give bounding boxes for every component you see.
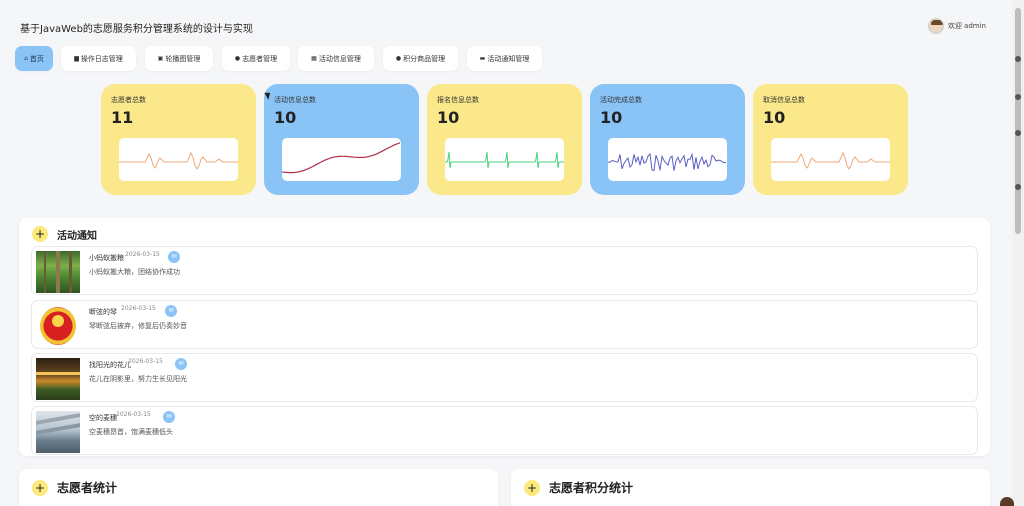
- scroll-dot-icon: [1015, 56, 1021, 62]
- nav-tab-label: 活动通知管理: [487, 54, 530, 63]
- points-stats-title: 志愿者积分统计: [549, 481, 634, 495]
- nav-tab[interactable]: ⌂ 首页: [15, 46, 53, 71]
- notice-panel-header: + 活动通知: [32, 226, 97, 242]
- nav-tab[interactable]: ▆ 操作日志管理: [61, 46, 136, 71]
- notice-title[interactable]: 找阳光的花儿: [89, 360, 131, 370]
- notice-description: 小蚂蚁搬大粮，团结协作成功: [89, 268, 180, 276]
- notice-title[interactable]: 小蚂蚁搬粮: [89, 253, 124, 263]
- notice-thumbnail[interactable]: [36, 305, 80, 347]
- goods-icon: ●: [395, 55, 402, 62]
- stat-label: 取消信息总数: [763, 96, 805, 104]
- points-stats-header: + 志愿者积分统计: [524, 479, 633, 496]
- notice-title[interactable]: 断弦的琴: [89, 307, 117, 317]
- plus-icon[interactable]: +: [32, 479, 48, 496]
- scrollbar-thumb[interactable]: [1015, 8, 1021, 234]
- welcome-text: 欢迎 admin: [947, 22, 986, 30]
- sparkline-svg: [282, 142, 401, 174]
- volunteer-stats-panel: + 志愿者统计: [19, 469, 498, 506]
- notice-item[interactable]: 找阳光的花儿 2026-03-15 ✉ 花儿在阴影里，努力生长见阳光: [31, 353, 978, 402]
- stat-card: 活动信息总数 10: [264, 84, 419, 195]
- scroll-dot-icon: [1015, 130, 1021, 136]
- nav-tab[interactable]: ▬ 活动通知管理: [467, 46, 542, 71]
- stat-value: 11: [111, 108, 134, 127]
- mail-icon[interactable]: ✉: [165, 305, 177, 317]
- plus-icon[interactable]: +: [32, 226, 48, 242]
- sparkline-chart: [445, 138, 564, 181]
- notice-title[interactable]: 空的麦穗: [89, 413, 117, 423]
- sparkline-svg: [119, 151, 238, 170]
- nav-tab-label: 轮播图管理: [165, 54, 201, 63]
- stat-value: 10: [437, 108, 460, 127]
- nav-tab[interactable]: ● 志愿者管理: [222, 46, 290, 71]
- sparkline-line: [445, 151, 564, 169]
- avatar[interactable]: [927, 18, 944, 34]
- app-title: 基于JavaWeb的志愿服务积分管理系统的设计与实现: [20, 24, 253, 35]
- book-icon: ▆: [74, 55, 79, 62]
- notice-description: 琴断弦后被弃，修复后仍奏妙音: [89, 322, 187, 330]
- volunteer-stats-header: + 志愿者统计: [32, 479, 117, 496]
- nav-tab-label: 积分商品管理: [403, 54, 446, 63]
- notice-date: 2026-03-15: [128, 358, 163, 365]
- stat-card: 志愿者总数 11: [101, 84, 256, 195]
- notice-panel-title: 活动通知: [57, 230, 97, 242]
- sparkline-svg: [771, 151, 890, 170]
- sparkline-chart: [282, 138, 401, 181]
- plus-icon[interactable]: +: [524, 479, 540, 496]
- nav-tab-label: 活动信息管理: [318, 54, 361, 63]
- sparkline-chart: [771, 138, 890, 181]
- header: 基于JavaWeb的志愿服务积分管理系统的设计与实现 欢迎 admin: [0, 0, 1012, 40]
- sparkline-line: [119, 151, 238, 170]
- sparkline-chart: [119, 138, 238, 181]
- notice-item[interactable]: 小蚂蚁搬粮 2026-03-15 ✉ 小蚂蚁搬大粮，团结协作成功: [31, 246, 978, 295]
- notice-item[interactable]: 断弦的琴 2026-03-15 ✉ 琴断弦后被弃，修复后仍奏妙音: [31, 300, 978, 349]
- notice-item[interactable]: 空的麦穗 2026-03-15 ✉ 空麦穗昂首，饱满麦穗低头: [31, 406, 978, 455]
- stat-card: 取消信息总数 10: [753, 84, 908, 195]
- image-icon: ▣: [157, 55, 164, 62]
- stat-value: 10: [763, 108, 786, 127]
- volunteer-stats-title: 志愿者统计: [57, 481, 118, 495]
- points-stats-panel: + 志愿者积分统计: [511, 469, 990, 506]
- scroll-dot-icon: [1015, 94, 1021, 100]
- stat-card: 报名信息总数 10: [427, 84, 582, 195]
- home-icon: ⌂: [24, 55, 28, 62]
- notice-panel: + 活动通知 小蚂蚁搬粮 2026-03-15 ✉ 小蚂蚁搬大粮，团结协作成功 断弦的琴…: [19, 218, 990, 456]
- nav-tab[interactable]: ▦ 活动信息管理: [298, 46, 374, 71]
- sparkline-line: [282, 142, 401, 174]
- sparkline-chart: [608, 138, 727, 181]
- notice-thumbnail[interactable]: [36, 358, 80, 400]
- stat-label: 活动完成总数: [600, 96, 642, 104]
- sparkline-svg: [608, 152, 727, 172]
- stat-label: 活动信息总数: [274, 96, 316, 104]
- user-menu[interactable]: 欢迎 admin: [927, 18, 986, 34]
- stat-value: 10: [600, 108, 623, 127]
- mail-icon[interactable]: ✉: [175, 358, 187, 370]
- sparkline-line: [771, 151, 890, 170]
- folder-icon: ▬: [479, 55, 486, 62]
- stat-label: 志愿者总数: [111, 96, 146, 104]
- stat-label: 报名信息总数: [437, 96, 479, 104]
- grid-icon: ▦: [311, 55, 317, 62]
- notice-date: 2026-03-15: [125, 251, 160, 258]
- notice-description: 花儿在阴影里，努力生长见阳光: [89, 375, 187, 383]
- sparkline-line: [608, 152, 727, 172]
- nav-tab-label: 志愿者管理: [242, 54, 278, 63]
- notice-thumbnail[interactable]: [36, 251, 80, 293]
- nav-tab-label: 操作日志管理: [80, 54, 123, 63]
- scroll-dot-icon: [1015, 184, 1021, 190]
- sparkline-svg: [445, 151, 564, 169]
- nav-tab[interactable]: ● 积分商品管理: [383, 46, 458, 71]
- corner-avatar-icon: [1000, 497, 1014, 506]
- stat-value: 10: [274, 108, 297, 127]
- notice-date: 2026-03-15: [116, 411, 151, 418]
- page-scrollbar[interactable]: [1012, 0, 1024, 506]
- stat-card: 活动完成总数 10: [590, 84, 745, 195]
- nav-tab-label: 首页: [29, 54, 44, 63]
- mail-icon[interactable]: ✉: [168, 251, 180, 263]
- notice-thumbnail[interactable]: [36, 411, 80, 453]
- nav-tab[interactable]: ▣ 轮播图管理: [145, 46, 213, 71]
- notice-date: 2026-03-15: [121, 305, 156, 312]
- user-icon: ●: [234, 55, 241, 62]
- mail-icon[interactable]: ✉: [163, 411, 175, 423]
- notice-description: 空麦穗昂首，饱满麦穗低头: [89, 428, 173, 436]
